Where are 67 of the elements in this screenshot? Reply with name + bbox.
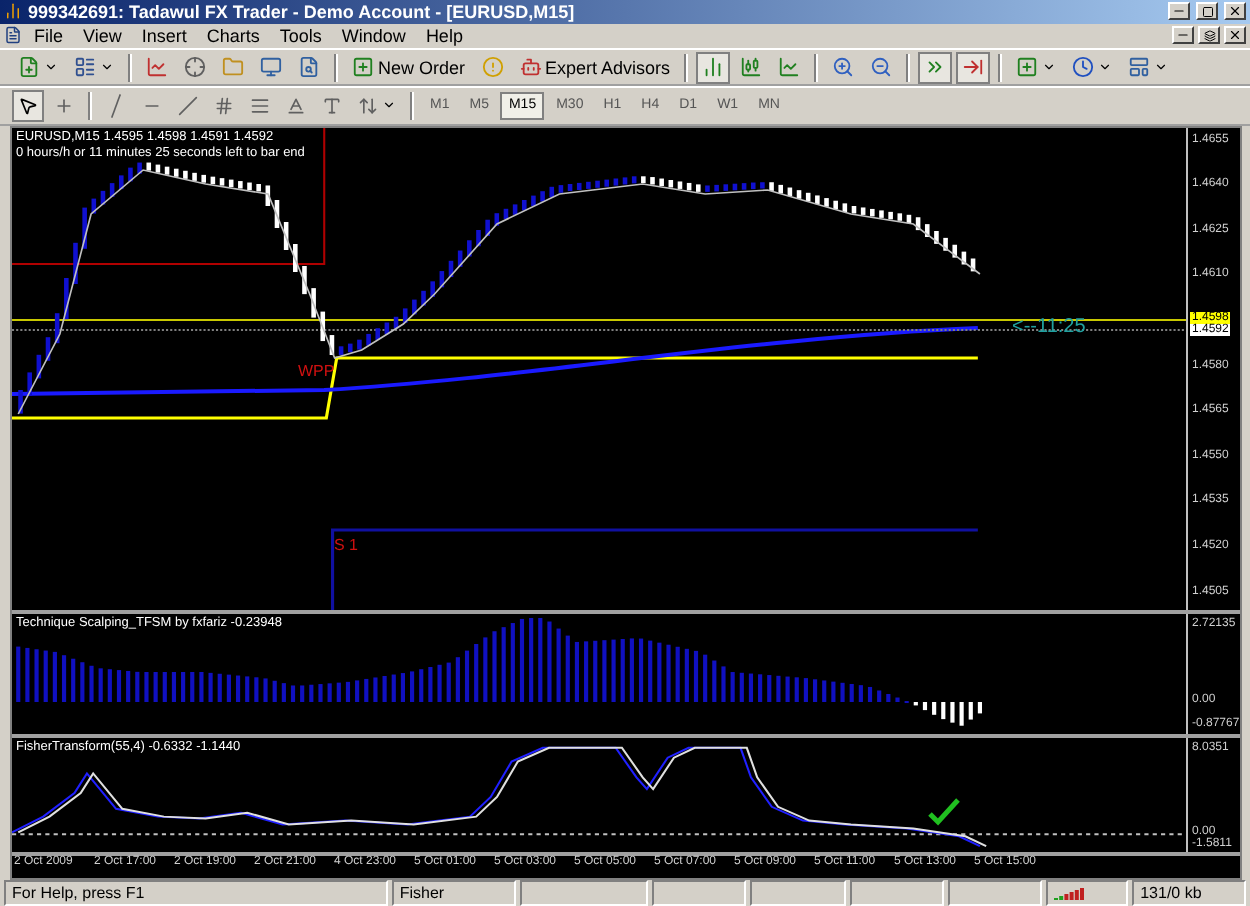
menu-item[interactable]: Window — [333, 25, 414, 46]
line-chart-icon — [778, 56, 801, 79]
line-chart-icon — [146, 56, 168, 79]
menu-item[interactable]: Tools — [271, 25, 330, 46]
dropdown-caret-icon — [1098, 60, 1113, 75]
square-icon — [1201, 5, 1213, 18]
minimize-button[interactable] — [1168, 2, 1190, 21]
hash-icon — [214, 95, 234, 116]
close-icon — [1228, 4, 1242, 19]
chart-shift-button[interactable] — [956, 51, 991, 84]
cursor-icon — [18, 95, 38, 116]
plus-icon — [54, 95, 74, 116]
dropdown-caret-icon — [382, 98, 396, 113]
expert-advisors-button[interactable]: Expert Advisors — [513, 51, 677, 84]
type-icon — [322, 95, 342, 116]
minimize-button[interactable] — [1172, 26, 1194, 45]
dropdown-caret-icon — [44, 60, 58, 75]
bar-chart-button[interactable] — [696, 51, 731, 84]
window-title: 999342691: Tadawul FX Trader - Demo Account - [EURUSD,M15] — [28, 1, 577, 22]
menu-item[interactable]: File — [26, 25, 72, 46]
document-icon[interactable] — [4, 26, 22, 45]
double-chevron-icon — [924, 56, 947, 79]
maximize-button[interactable] — [1196, 2, 1218, 21]
alert-icon — [481, 56, 504, 79]
menu-item[interactable]: View — [75, 25, 130, 46]
close-button[interactable] — [1224, 26, 1246, 45]
restore-button[interactable] — [1198, 26, 1220, 45]
dropdown-caret-icon — [1154, 60, 1169, 75]
status-text: For Help, press F1 — [4, 879, 388, 906]
zoom-out-icon — [870, 56, 893, 79]
menu-item[interactable]: Insert — [133, 25, 195, 46]
level-label: S 1 — [334, 535, 359, 554]
new-order-button[interactable]: New Order — [346, 51, 472, 84]
close-button[interactable] — [1224, 2, 1246, 21]
countdown-label: <--11:25 — [1012, 315, 1086, 338]
plus-square-icon — [352, 56, 374, 79]
menu-item[interactable]: Charts — [198, 25, 268, 46]
layers-icon — [1203, 29, 1215, 42]
text-icon — [286, 95, 306, 116]
close-icon — [1228, 28, 1242, 43]
app-icon — [4, 2, 22, 21]
slash-icon — [178, 95, 198, 116]
file-search-icon — [298, 56, 320, 79]
level-label: WPP — [298, 361, 335, 380]
clock-icon — [1072, 56, 1095, 79]
robot-icon — [519, 56, 542, 79]
arrow-to-line-icon — [962, 56, 985, 79]
menu-item[interactable]: Help — [417, 25, 471, 46]
connection-bars-icon — [1053, 884, 1086, 901]
candlestick-icon — [740, 56, 763, 79]
plus-square-icon — [1016, 56, 1039, 79]
file-plus-icon — [18, 56, 40, 79]
cursor-button[interactable] — [12, 89, 44, 122]
dropdown-caret-icon — [100, 60, 114, 75]
zoom-in-icon — [832, 56, 855, 79]
list-icon — [74, 56, 96, 79]
auto-scroll-button[interactable] — [918, 51, 953, 84]
up-down-arrows-icon — [358, 95, 378, 116]
lines-icon — [250, 95, 270, 116]
traffic-text: 131/0 kb — [1132, 879, 1247, 906]
status-text: Fisher — [391, 879, 516, 906]
crosshair-icon — [184, 56, 206, 79]
layout-icon — [1128, 56, 1151, 79]
monitor-icon — [260, 56, 282, 79]
folder-icon — [222, 56, 244, 79]
bar-chart-icon — [702, 56, 725, 79]
dropdown-caret-icon — [1042, 60, 1057, 75]
